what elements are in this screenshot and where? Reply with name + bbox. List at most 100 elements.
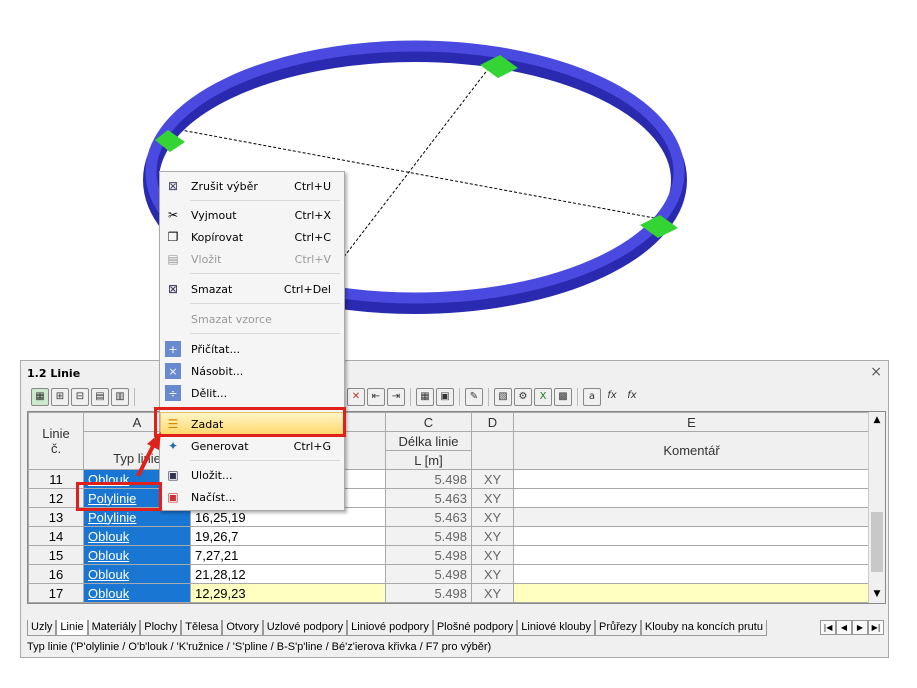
menu-shortcut: Ctrl+U — [294, 179, 331, 193]
tab-uzlove-podpory[interactable]: Uzlové podpory — [262, 620, 348, 636]
grid-icon[interactable]: ▦ — [416, 388, 434, 406]
settings-icon[interactable]: ⚙ — [514, 388, 532, 406]
tab-linie[interactable]: Linie — [56, 620, 88, 636]
menu-item-undo-select[interactable]: ⊠ Zrušit výběr Ctrl+U — [160, 175, 344, 197]
menu-separator — [190, 200, 340, 201]
insert-row-icon[interactable]: ⊞ — [51, 388, 69, 406]
menu-label: Zrušit výběr — [191, 179, 258, 193]
tab-prurezy[interactable]: Průřezy — [595, 620, 641, 636]
menu-item-delete[interactable]: ⊠ Smazat Ctrl+Del — [160, 278, 344, 300]
line-type-cell[interactable]: Oblouk — [83, 545, 191, 565]
tab-materialy[interactable]: Materiály — [87, 620, 141, 636]
last-tab-icon[interactable]: ▶| — [868, 620, 884, 635]
dir-cell: XY — [471, 564, 514, 584]
generate-icon: ✦ — [167, 439, 179, 453]
delete-row-icon[interactable]: ⊟ — [71, 388, 89, 406]
edit-icon[interactable]: ✎ — [465, 388, 483, 406]
menu-item-generate[interactable]: ✦ Generovat Ctrl+G — [160, 435, 344, 457]
toolbar-separator — [410, 388, 411, 406]
length-cell: 5.498 — [385, 526, 472, 546]
menu-label: Generovat — [191, 439, 249, 453]
menu-item-divide[interactable]: ÷ Dělit... — [160, 382, 344, 404]
nodes-cell[interactable]: 21,28,12 — [190, 564, 386, 584]
delete-icon[interactable]: ✕ — [347, 388, 365, 406]
tab-plochy[interactable]: Plochy — [140, 620, 182, 636]
menu-label: Dělit... — [191, 386, 228, 400]
multiply-icon: × — [165, 363, 181, 379]
length-cell: 5.498 — [385, 564, 472, 584]
toolbar-separator — [134, 388, 135, 406]
fx-edit-icon[interactable]: fx — [623, 388, 641, 406]
tab-otvory[interactable]: Otvory — [222, 620, 263, 636]
move-left-icon[interactable]: ⇤ — [367, 388, 385, 406]
tab-plosne-podpory[interactable]: Plošné podpory — [432, 620, 518, 636]
menu-separator — [190, 273, 340, 274]
graphics-icon[interactable]: ▧ — [494, 388, 512, 406]
comment-cell[interactable] — [513, 488, 870, 508]
table-row[interactable]: 16 Oblouk 21,28,12 5.498 XY — [28, 564, 870, 584]
vertical-scrollbar[interactable]: ▲ ▼ — [868, 412, 885, 603]
excel-export-icon[interactable]: ▦ — [31, 388, 49, 406]
scroll-up-icon[interactable]: ▲ — [869, 412, 885, 429]
menu-item-load[interactable]: ▣ Načíst... — [160, 486, 344, 508]
line-type-cell[interactable]: Oblouk — [83, 564, 191, 584]
calc-icon[interactable]: ▩ — [554, 388, 572, 406]
scroll-thumb[interactable] — [871, 512, 883, 572]
row-number: 17 — [28, 583, 84, 603]
tab-telesa[interactable]: Tělesa — [181, 620, 223, 636]
comment-cell[interactable] — [513, 564, 870, 584]
length-cell: 5.498 — [385, 469, 472, 489]
line-type-cell[interactable]: Oblouk — [83, 583, 191, 603]
next-tab-icon[interactable]: ▶ — [852, 620, 868, 635]
comment-cell[interactable] — [513, 583, 870, 603]
menu-label: Kopírovat — [191, 230, 244, 244]
tab-klouby-na-koncich-prutu[interactable]: Klouby na koncích prutu — [640, 620, 767, 636]
col-letter-d: D — [471, 412, 514, 432]
model-viewport[interactable] — [0, 0, 917, 355]
first-tab-icon[interactable]: |◀ — [820, 620, 836, 635]
table-row[interactable]: 15 Oblouk 7,27,21 5.498 XY — [28, 545, 870, 565]
menu-item-multiply[interactable]: × Násobit... — [160, 360, 344, 382]
view-icon[interactable]: ▣ — [436, 388, 454, 406]
line-type-cell[interactable]: Oblouk — [83, 526, 191, 546]
table-row[interactable]: 17 Oblouk 12,29,23 5.498 XY — [28, 583, 870, 603]
save-icon: ▣ — [167, 468, 179, 482]
edit-formula-icon[interactable]: a — [583, 388, 601, 406]
table-icon[interactable]: ▤ — [91, 388, 109, 406]
nodes-cell[interactable]: 12,29,23 — [190, 583, 386, 603]
close-icon[interactable]: × — [870, 364, 882, 380]
menu-shortcut: Ctrl+G — [293, 439, 331, 453]
menu-item-paste[interactable]: ▤ Vložit Ctrl+V — [160, 248, 344, 270]
tab-navigation: |◀ ◀ ▶ ▶| — [820, 620, 884, 635]
chart-icon[interactable]: ▥ — [111, 388, 129, 406]
sheet-tabs: Uzly Linie Materiály Plochy Tělesa Otvor… — [27, 620, 767, 636]
delete-icon: ⊠ — [167, 282, 179, 296]
comment-cell[interactable] — [513, 545, 870, 565]
tab-uzly[interactable]: Uzly — [27, 620, 57, 636]
context-menu: ⊠ Zrušit výběr Ctrl+U ✂ Vyjmout Ctrl+X ❐… — [159, 171, 345, 511]
menu-label: Násobit... — [191, 364, 244, 378]
move-right-icon[interactable]: ⇥ — [387, 388, 405, 406]
tab-liniove-podpory[interactable]: Liniové podpory — [347, 620, 433, 636]
menu-label: Vložit — [191, 252, 222, 266]
nodes-cell[interactable]: 19,26,7 — [190, 526, 386, 546]
fx-icon[interactable]: fx — [603, 388, 621, 406]
scroll-down-icon[interactable]: ▼ — [869, 586, 885, 603]
menu-item-delete-formula[interactable]: Smazat vzorce — [160, 308, 344, 330]
comment-cell[interactable] — [513, 507, 870, 527]
menu-shortcut: Ctrl+C — [294, 230, 331, 244]
menu-item-cut[interactable]: ✂ Vyjmout Ctrl+X — [160, 204, 344, 226]
comment-cell[interactable] — [513, 526, 870, 546]
menu-item-copy[interactable]: ❐ Kopírovat Ctrl+C — [160, 226, 344, 248]
menu-item-save[interactable]: ▣ Uložit... — [160, 464, 344, 486]
excel-icon[interactable]: X — [534, 388, 552, 406]
nodes-cell[interactable]: 7,27,21 — [190, 545, 386, 565]
row-number: 16 — [28, 564, 84, 584]
highlight-box-polyline — [76, 482, 162, 511]
toolbar-separator — [459, 388, 460, 406]
table-row[interactable]: 14 Oblouk 19,26,7 5.498 XY — [28, 526, 870, 546]
tab-liniove-klouby[interactable]: Liniové klouby — [517, 620, 596, 636]
prev-tab-icon[interactable]: ◀ — [836, 620, 852, 635]
menu-item-add[interactable]: + Přičítat... — [160, 338, 344, 360]
comment-cell[interactable] — [513, 469, 870, 489]
